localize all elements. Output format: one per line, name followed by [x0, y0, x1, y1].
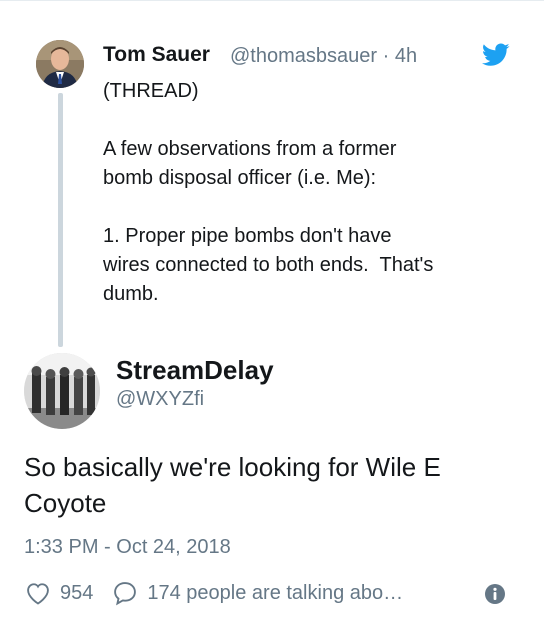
- talking-about-link[interactable]: 174 people are talking abo…: [147, 582, 403, 605]
- first-tweet-author-name[interactable]: Tom Sauer: [103, 43, 210, 67]
- tom-sauer-avatar[interactable]: [36, 40, 84, 88]
- reply-author-handle[interactable]: @WXYZfi: [116, 388, 204, 411]
- heart-icon[interactable]: [24, 579, 52, 607]
- reply-timestamp[interactable]: 1:33 PM - Oct 24, 2018: [24, 536, 231, 559]
- twitter-bird-icon[interactable]: [482, 43, 510, 67]
- streamdelay-avatar[interactable]: [24, 353, 100, 429]
- first-tweet-text: (THREAD) A few observations from a forme…: [103, 80, 434, 305]
- like-count[interactable]: 954: [60, 582, 93, 605]
- thread-connector-line: [58, 93, 63, 347]
- info-icon[interactable]: [484, 583, 506, 605]
- speech-bubble-icon[interactable]: [111, 579, 139, 607]
- first-tweet-handle-and-time[interactable]: @thomasbsauer · 4h: [230, 45, 417, 68]
- embedded-tweet-card: Tom Sauer @thomasbsauer · 4h (THREAD) A …: [0, 0, 544, 623]
- tweet-actions-bar: 954 174 people are talking abo…: [24, 579, 403, 607]
- reply-author-name[interactable]: StreamDelay: [116, 355, 274, 386]
- reply-tweet-text: So basically we're looking for Wile E Co…: [24, 452, 441, 518]
